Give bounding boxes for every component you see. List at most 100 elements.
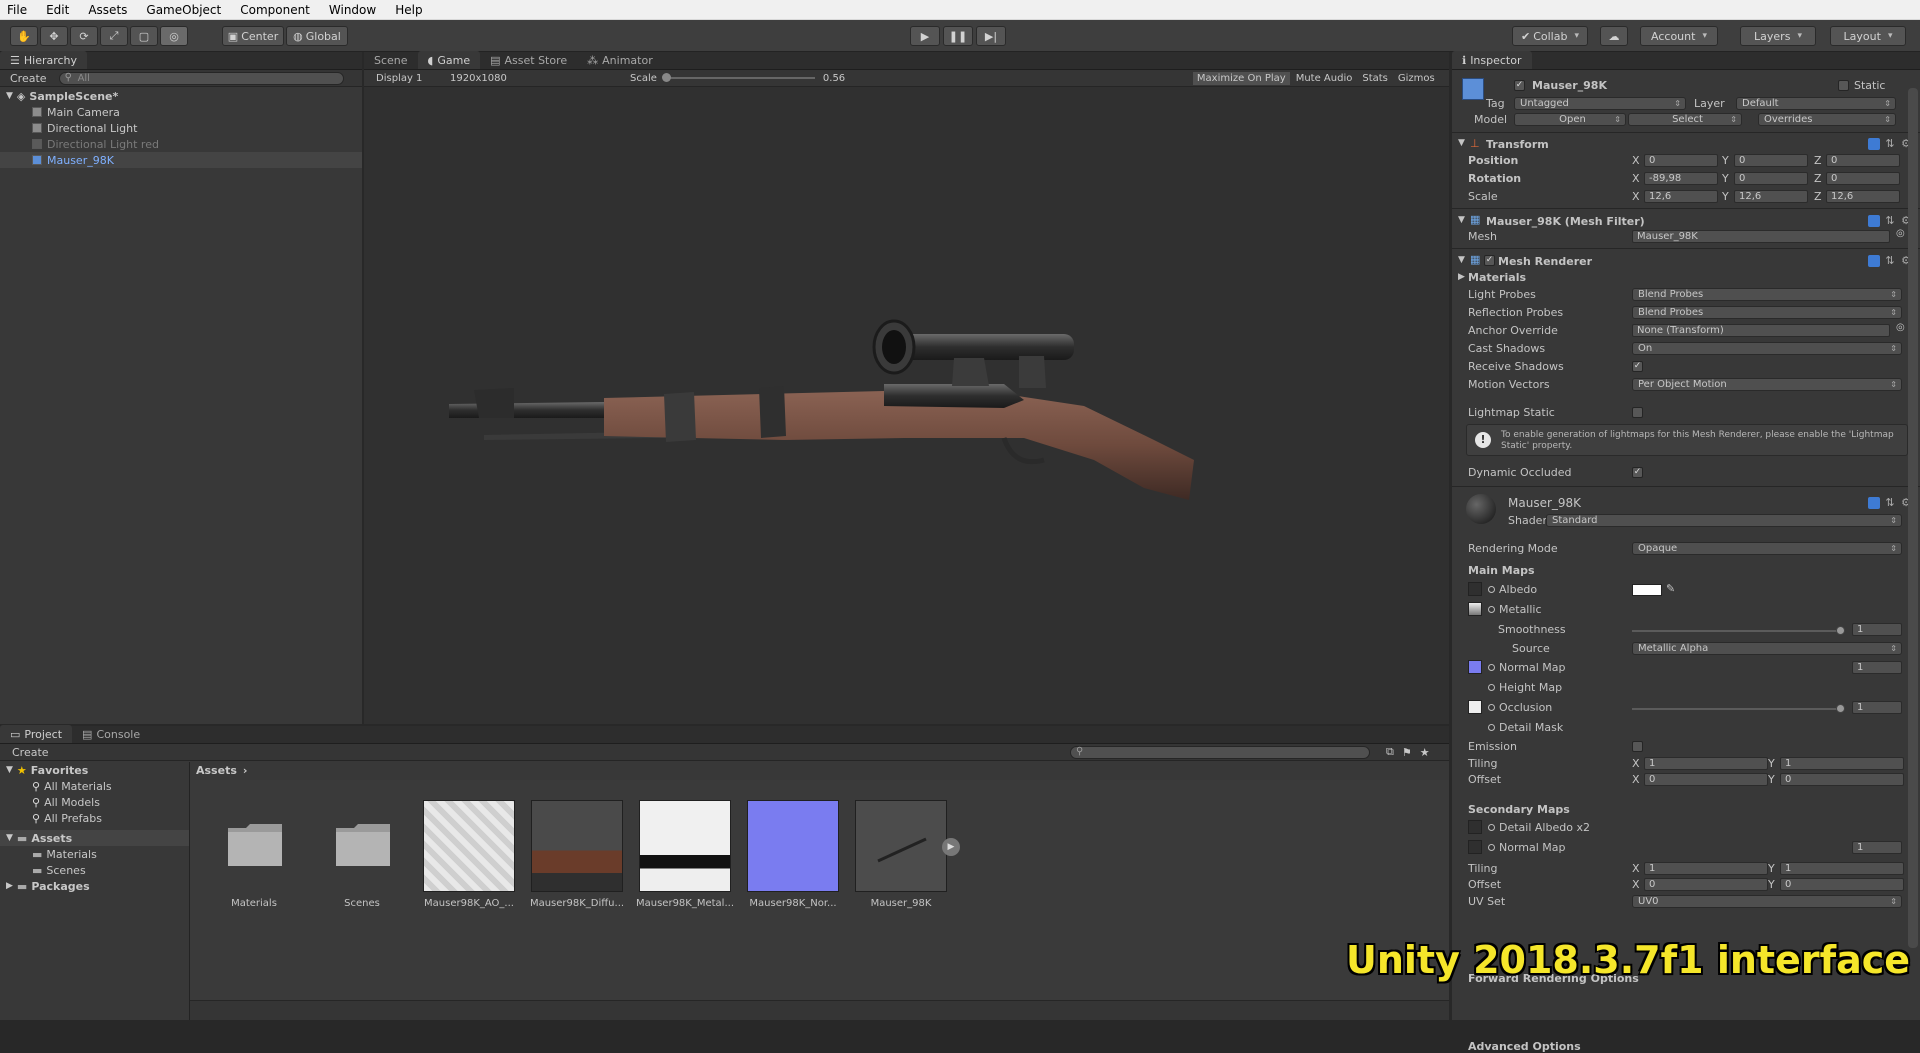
create-dropdown[interactable]: Create (10, 72, 47, 85)
play-button[interactable]: ▶ (910, 26, 940, 46)
rotation-z[interactable]: 0 (1826, 172, 1900, 185)
hierarchy-item[interactable]: Main Camera (0, 104, 362, 120)
cast-shadows-dropdown[interactable]: On (1632, 342, 1902, 355)
favorite-item[interactable]: ⚲ All Prefabs (0, 810, 189, 826)
packages-row[interactable]: ▶ ▬ Packages (0, 878, 189, 894)
metallic-texture-thumbnail[interactable] (639, 800, 731, 892)
scale-slider[interactable] (661, 73, 815, 82)
preset-icon[interactable]: ⇅ (1884, 255, 1896, 267)
menu-edit[interactable]: Edit (43, 3, 72, 17)
position-x[interactable]: 0 (1644, 154, 1718, 167)
rendering-mode-dropdown[interactable]: Opaque (1632, 542, 1902, 555)
cloud-button[interactable]: ☁ (1600, 26, 1628, 46)
offset-x[interactable]: 0 (1644, 773, 1768, 786)
position-z[interactable]: 0 (1826, 154, 1900, 167)
object-picker-icon[interactable]: ◎ (1896, 228, 1905, 239)
picker-circle-icon[interactable] (1488, 684, 1495, 691)
motion-vectors-dropdown[interactable]: Per Object Motion (1632, 378, 1902, 391)
move-tool-icon[interactable]: ✥ (40, 26, 68, 46)
materials-label[interactable]: Materials (1468, 271, 1526, 284)
renderer-enabled-checkbox[interactable]: ✓ (1484, 255, 1495, 266)
tag-dropdown[interactable]: Untagged (1514, 97, 1686, 110)
object-picker-icon[interactable]: ◎ (1896, 322, 1905, 333)
folder-icon[interactable] (334, 820, 392, 868)
account-dropdown[interactable]: Account (1640, 26, 1718, 46)
favorite-item[interactable]: ⚲ All Models (0, 794, 189, 810)
smoothness-value[interactable]: 1 (1852, 623, 1902, 636)
project-search-input[interactable] (1070, 745, 1370, 759)
mute-audio-toggle[interactable]: Mute Audio (1296, 73, 1353, 84)
help-book-icon[interactable] (1868, 138, 1880, 150)
foldout-arrow-icon[interactable]: ▼ (1458, 215, 1465, 225)
preset-icon[interactable]: ⇅ (1884, 138, 1896, 150)
detail-normal-value[interactable]: 1 (1852, 841, 1902, 854)
model-select-button[interactable]: Select (1628, 113, 1742, 126)
tab-animator[interactable]: ⁂ Animator (577, 51, 663, 69)
occlusion-slider[interactable] (1632, 704, 1845, 713)
shader-dropdown[interactable]: Standard (1546, 514, 1902, 527)
display-dropdown[interactable]: Display 1 (376, 73, 450, 84)
help-book-icon[interactable] (1868, 497, 1880, 509)
help-book-icon[interactable] (1868, 215, 1880, 227)
rect-tool-icon[interactable]: ▢ (130, 26, 158, 46)
stats-toggle[interactable]: Stats (1362, 73, 1388, 84)
tiling2-y[interactable]: 1 (1780, 862, 1904, 875)
light-probes-dropdown[interactable]: Blend Probes (1632, 288, 1902, 301)
layers-dropdown[interactable]: Layers (1740, 26, 1816, 46)
step-button[interactable]: ▶| (976, 26, 1006, 46)
favorite-item[interactable]: ⚲ All Materials (0, 778, 189, 794)
tab-inspector[interactable]: ℹ Inspector (1452, 51, 1532, 69)
picker-circle-icon[interactable] (1488, 606, 1495, 613)
tab-game[interactable]: ◖ Game (417, 51, 481, 69)
scale-z[interactable]: 12,6 (1826, 190, 1900, 203)
tiling-y[interactable]: 1 (1780, 757, 1904, 770)
menu-component[interactable]: Component (237, 3, 313, 17)
pivot-global-button[interactable]: ◍ Global (286, 26, 348, 46)
slider-knob[interactable] (661, 73, 671, 82)
favorites-row[interactable]: ▼ ★ Favorites (0, 762, 189, 778)
resolution-dropdown[interactable]: 1920x1080 (450, 73, 630, 84)
tiling-x[interactable]: 1 (1644, 757, 1768, 770)
diffuse-texture-thumbnail[interactable] (531, 800, 623, 892)
smoothness-slider[interactable] (1632, 626, 1845, 635)
hierarchy-item-disabled[interactable]: Directional Light red (0, 136, 362, 152)
offset2-y[interactable]: 0 (1780, 878, 1904, 891)
menu-gameobject[interactable]: GameObject (143, 3, 224, 17)
hand-tool-icon[interactable]: ✋ (10, 26, 38, 46)
menu-assets[interactable]: Assets (85, 3, 130, 17)
inspector-scrollbar[interactable] (1908, 88, 1918, 948)
static-checkbox[interactable] (1838, 80, 1849, 91)
metallic-texture-slot[interactable] (1468, 602, 1482, 616)
preset-icon[interactable]: ⇅ (1884, 215, 1896, 227)
emission-checkbox[interactable] (1632, 741, 1643, 752)
transform-tool-icon[interactable]: ◎ (160, 26, 188, 46)
menu-file[interactable]: File (4, 3, 30, 17)
receive-shadows-checkbox[interactable]: ✓ (1632, 361, 1643, 372)
anchor-override-field[interactable]: None (Transform) (1632, 324, 1890, 337)
hierarchy-search-input[interactable]: All (58, 71, 344, 85)
rotate-tool-icon[interactable]: ⟳ (70, 26, 98, 46)
tiling2-x[interactable]: 1 (1644, 862, 1768, 875)
layout-dropdown[interactable]: Layout (1830, 26, 1906, 46)
ao-texture-thumbnail[interactable] (423, 800, 515, 892)
help-book-icon[interactable] (1868, 255, 1880, 267)
offset-y[interactable]: 0 (1780, 773, 1904, 786)
foldout-arrow-icon[interactable]: ▼ (1458, 138, 1465, 148)
occlusion-value[interactable]: 1 (1852, 701, 1902, 714)
foldout-arrow-icon[interactable]: ▶ (1458, 272, 1465, 282)
favorite-star-icon[interactable]: ★ (1420, 746, 1430, 759)
picker-circle-icon[interactable] (1488, 586, 1495, 593)
uv-set-dropdown[interactable]: UV0 (1632, 895, 1902, 908)
occlusion-texture-slot[interactable] (1468, 700, 1482, 714)
normal-scale-value[interactable]: 1 (1852, 661, 1902, 674)
picker-circle-icon[interactable] (1488, 824, 1495, 831)
picker-circle-icon[interactable] (1488, 724, 1495, 731)
expand-prefab-icon[interactable]: ▶ (942, 838, 960, 856)
project-create-dropdown[interactable]: Create (12, 746, 1070, 759)
tab-project[interactable]: ▭ Project (0, 725, 73, 743)
hierarchy-item-selected[interactable]: Mauser_98K (0, 152, 362, 168)
gizmos-dropdown[interactable]: Gizmos (1398, 73, 1435, 84)
assets-row[interactable]: ▼ ▬ Assets (0, 830, 189, 846)
model-open-button[interactable]: Open (1514, 113, 1626, 126)
slider-knob[interactable] (1836, 626, 1845, 635)
